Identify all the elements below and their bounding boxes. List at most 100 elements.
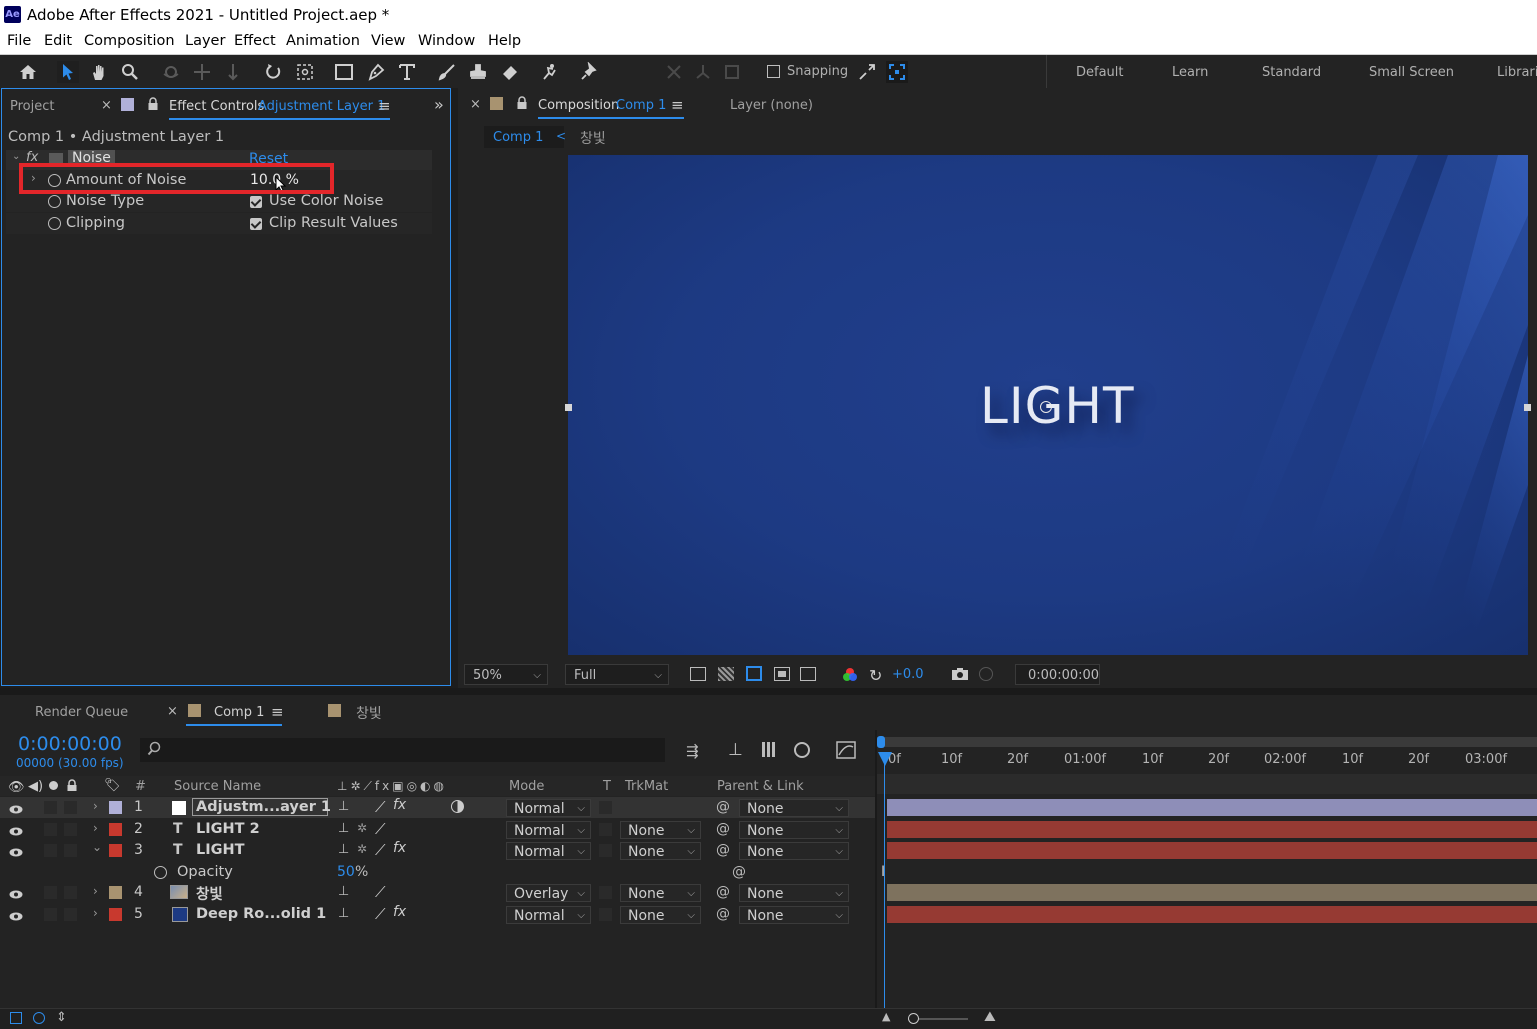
region-of-interest-icon[interactable]: [774, 667, 790, 681]
lock-switch[interactable]: [64, 844, 77, 857]
solo-switch[interactable]: [44, 844, 57, 857]
mode-dropdown[interactable]: Normal ⌵: [506, 821, 591, 839]
opacity-value[interactable]: 50: [337, 864, 355, 880]
snapshot-camera-icon[interactable]: [951, 667, 969, 685]
brush-tool-icon[interactable]: [436, 61, 458, 83]
zoom-tool-icon[interactable]: [119, 61, 141, 83]
pan-camera-icon[interactable]: [191, 61, 213, 83]
quality-switch-icon[interactable]: ⟋: [375, 798, 386, 816]
fx-switch-icon[interactable]: fx: [393, 840, 406, 856]
panel-menu-icon[interactable]: ≡: [271, 703, 284, 721]
lock-icon[interactable]: [516, 96, 528, 114]
lock-icon[interactable]: [147, 97, 159, 115]
show-snapshot-icon[interactable]: [979, 667, 993, 681]
always-preview-icon[interactable]: [690, 667, 706, 681]
orbit-camera-icon[interactable]: [160, 61, 182, 83]
rectangle-tool-icon[interactable]: [333, 61, 355, 83]
solo-switch[interactable]: [44, 801, 57, 814]
pen-tool-icon[interactable]: [365, 61, 387, 83]
mode-dropdown[interactable]: Normal ⌵: [506, 842, 591, 860]
mask-path-visibility-icon[interactable]: [746, 666, 762, 681]
mode-dropdown[interactable]: Normal ⌵: [506, 799, 591, 817]
preserve-transparency-switch[interactable]: [599, 886, 612, 899]
composition-canvas[interactable]: LIGHT: [568, 155, 1528, 655]
solo-switch[interactable]: [44, 886, 57, 899]
table-row[interactable]: › 2 T LIGHT 2 ⊥ ✲ ⟋ Normal ⌵ None ⌵ @ None…: [0, 819, 875, 840]
table-row[interactable]: › 5 Deep Ro...olid 1 ⊥ ⟋ fx Normal ⌵ None…: [0, 904, 875, 925]
parent-dropdown[interactable]: None ⌵: [739, 821, 849, 839]
quality-switch-icon[interactable]: ⟋: [375, 883, 386, 901]
layer-bar-2[interactable]: [887, 821, 1537, 838]
view-axis-icon[interactable]: [721, 61, 743, 83]
menu-edit[interactable]: Edit: [44, 33, 72, 49]
transparency-grid-icon[interactable]: [718, 667, 734, 681]
quality-switch-icon[interactable]: ⟋: [375, 841, 386, 859]
snap-to-edges-icon[interactable]: [886, 61, 908, 83]
playhead-handle[interactable]: [878, 752, 892, 766]
work-area-bar[interactable]: [877, 737, 1537, 747]
parent-pickwhip-icon[interactable]: @: [716, 842, 730, 858]
menu-view[interactable]: View: [371, 33, 405, 49]
workspace-learn[interactable]: Learn: [1172, 65, 1208, 80]
layer-name[interactable]: LIGHT 2: [196, 821, 260, 837]
in-out-toggle-icon[interactable]: ⇕: [56, 1010, 67, 1025]
crumb-comp-1[interactable]: Comp 1: [493, 130, 543, 145]
layer-name[interactable]: Deep Ro...olid 1: [196, 906, 326, 922]
snapping-checkbox[interactable]: [767, 65, 780, 78]
exposure-value[interactable]: +0.0: [892, 667, 924, 682]
workspace-libraries[interactable]: Librari: [1497, 65, 1537, 80]
shy-switch-icon[interactable]: ⊥: [338, 884, 349, 899]
adjustment-layer-switch-icon[interactable]: [451, 800, 464, 813]
tab-project[interactable]: Project: [10, 99, 54, 114]
lock-switch[interactable]: [64, 801, 77, 814]
grid-guides-icon[interactable]: [800, 667, 816, 681]
anchor-point-icon[interactable]: [1040, 401, 1052, 413]
eye-icon[interactable]: [9, 910, 23, 921]
parent-dropdown[interactable]: None ⌵: [739, 884, 849, 902]
more-panels-icon[interactable]: »: [434, 95, 444, 114]
eraser-tool-icon[interactable]: [499, 61, 521, 83]
expand-chevron-icon[interactable]: ›: [93, 821, 98, 835]
trkmat-dropdown[interactable]: None ⌵: [620, 906, 701, 924]
trkmat-dropdown[interactable]: None ⌵: [620, 884, 701, 902]
layer-label-color[interactable]: [109, 823, 122, 836]
collapse-chevron-icon[interactable]: ⌄: [92, 840, 102, 854]
dolly-camera-icon[interactable]: [222, 61, 244, 83]
comp-navigator-crumb[interactable]: Comp 1 <: [484, 126, 566, 148]
stopwatch-icon[interactable]: [154, 866, 167, 879]
work-area-start-handle[interactable]: [877, 736, 885, 748]
close-tab-icon[interactable]: ×: [167, 704, 178, 719]
eye-icon[interactable]: [9, 846, 23, 857]
anchor-point-tool-icon[interactable]: [294, 61, 316, 83]
world-axis-icon[interactable]: [692, 61, 714, 83]
layer-bar-3[interactable]: [887, 842, 1537, 859]
trkmat-dropdown[interactable]: None ⌵: [620, 821, 701, 839]
type-tool-icon[interactable]: [396, 61, 418, 83]
layer-label-color[interactable]: [109, 908, 122, 921]
parent-dropdown[interactable]: None ⌵: [739, 906, 849, 924]
resolution-dropdown[interactable]: Full ⌵: [565, 664, 669, 685]
menu-layer[interactable]: Layer: [185, 33, 225, 49]
collapse-chevron-icon[interactable]: ⌄: [12, 151, 20, 162]
preserve-transparency-switch[interactable]: [599, 844, 612, 857]
workspace-default[interactable]: Default: [1076, 65, 1124, 80]
transfer-controls-toggle-icon[interactable]: [33, 1012, 45, 1024]
preserve-transparency-switch[interactable]: [599, 823, 612, 836]
mode-dropdown[interactable]: Overlay ⌵: [506, 884, 591, 902]
layer-label-color[interactable]: [109, 801, 122, 814]
menu-help[interactable]: Help: [488, 33, 521, 49]
tab-composition[interactable]: Composition: [538, 98, 619, 113]
layer-label-color[interactable]: [109, 844, 122, 857]
stopwatch-icon[interactable]: [48, 195, 61, 208]
expand-chevron-icon[interactable]: ›: [93, 906, 98, 920]
eye-icon[interactable]: [9, 825, 23, 836]
zoom-in-icon[interactable]: ⛰: [984, 1009, 996, 1025]
layer-name[interactable]: 창빛: [196, 883, 223, 904]
tab-comp-other[interactable]: 창빛: [356, 703, 382, 723]
tab-render-queue[interactable]: Render Queue: [35, 705, 128, 720]
clone-stamp-tool-icon[interactable]: [467, 61, 489, 83]
rotate-tool-icon[interactable]: [262, 61, 284, 83]
preserve-transparency-switch[interactable]: [599, 908, 612, 921]
playhead-line[interactable]: [884, 752, 885, 1008]
selection-tool-icon[interactable]: [57, 61, 79, 83]
